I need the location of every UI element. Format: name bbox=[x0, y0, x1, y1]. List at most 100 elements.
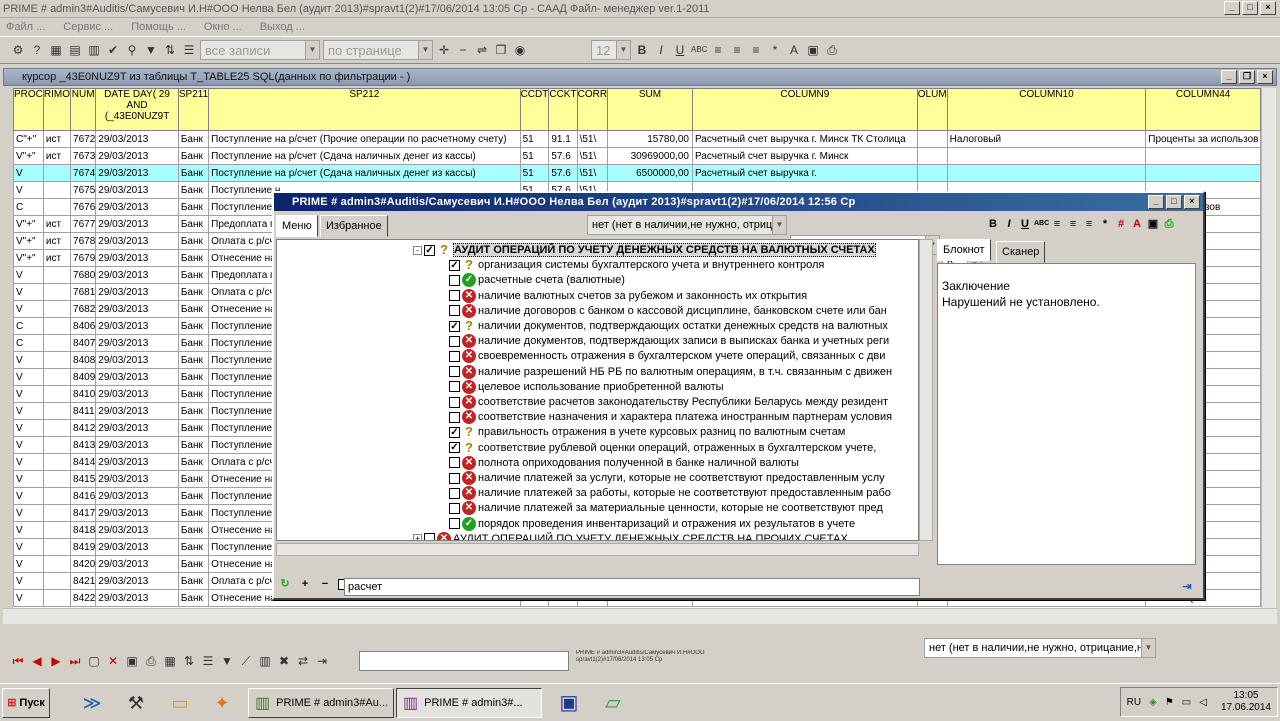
tree-item-checkbox[interactable] bbox=[449, 487, 460, 499]
column-header[interactable]: CORR bbox=[576, 88, 609, 131]
collapse-icon[interactable]: - bbox=[413, 245, 422, 255]
tree-vertical-scrollbar[interactable] bbox=[919, 239, 933, 541]
table-cell[interactable]: ист bbox=[42, 215, 72, 233]
table-cell[interactable]: 29/03/2013 bbox=[95, 198, 179, 216]
table-cell[interactable]: 8413 bbox=[70, 436, 97, 454]
table-cell[interactable]: 29/03/2013 bbox=[95, 351, 179, 369]
table-cell[interactable]: Банк bbox=[177, 266, 210, 284]
table-cell[interactable]: 29/03/2013 bbox=[95, 385, 179, 403]
language-indicator[interactable]: RU bbox=[1127, 697, 1141, 708]
column-header[interactable]: DATE DAY( 29 AND (_43E0NUZ9T bbox=[95, 88, 179, 131]
table-cell[interactable]: Поступление на р/счет (Сдача наличных де… bbox=[208, 164, 521, 182]
transfer-icon[interactable]: ⇄ bbox=[295, 653, 311, 669]
table-cell[interactable]: Банк bbox=[177, 232, 210, 250]
table-cell[interactable]: Банк bbox=[177, 453, 210, 471]
close-button[interactable]: × bbox=[1184, 195, 1200, 209]
list-icon[interactable]: ☰ bbox=[181, 42, 197, 58]
table-cell[interactable] bbox=[42, 385, 72, 403]
table-cell[interactable]: 29/03/2013 bbox=[95, 538, 179, 556]
minimize-button[interactable]: _ bbox=[1224, 1, 1240, 15]
table-cell[interactable]: 7672 bbox=[70, 130, 97, 148]
status-combo[interactable]: нет (нет в наличии,не нужно, отриц ▼ bbox=[587, 215, 787, 235]
table-cell[interactable]: 29/03/2013 bbox=[95, 283, 179, 301]
table-cell[interactable] bbox=[916, 147, 948, 165]
table-cell[interactable] bbox=[42, 487, 72, 505]
search-input[interactable]: расчет bbox=[344, 578, 920, 596]
table-cell[interactable]: Банк bbox=[177, 470, 210, 488]
column-header[interactable]: CCKT bbox=[548, 88, 578, 131]
table-cell[interactable]: ист bbox=[42, 130, 72, 148]
table-cell[interactable] bbox=[946, 164, 1147, 182]
table-cell[interactable] bbox=[42, 164, 72, 182]
table-cell[interactable] bbox=[42, 402, 72, 420]
table-cell[interactable]: V bbox=[13, 504, 44, 522]
table-cell[interactable]: V bbox=[13, 164, 44, 182]
table-cell[interactable]: 7681 bbox=[70, 283, 97, 301]
table-cell[interactable]: 8420 bbox=[70, 555, 97, 573]
table-cell[interactable]: 8412 bbox=[70, 419, 97, 437]
tree-horizontal-scrollbar[interactable] bbox=[276, 543, 919, 556]
table-cell[interactable]: V bbox=[13, 351, 44, 369]
tree-item-checkbox[interactable] bbox=[449, 350, 460, 362]
tree-item-checkbox[interactable]: ✓ bbox=[449, 259, 460, 271]
remove-icon[interactable]: − bbox=[318, 577, 332, 591]
table-cell[interactable]: 29/03/2013 bbox=[95, 368, 179, 386]
table-cell[interactable]: C bbox=[13, 317, 44, 335]
grid-icon[interactable]: ▦ bbox=[162, 653, 178, 669]
table-cell[interactable]: 29/03/2013 bbox=[95, 300, 179, 318]
taskbar-item-prime-1[interactable]: ▥ PRIME # admin3#Au... bbox=[248, 687, 394, 718]
table-cell[interactable]: 7676 bbox=[70, 198, 97, 216]
tree-item[interactable]: ✕ целевое использование приобретенной вал… bbox=[449, 379, 724, 395]
tree-item[interactable]: ✓ расчетные счета (валютные) bbox=[449, 272, 625, 288]
table-cell[interactable]: Налоговый bbox=[946, 130, 1147, 148]
table-cell[interactable]: 8422 bbox=[70, 589, 97, 607]
copy-icon[interactable]: ❐ bbox=[493, 42, 509, 58]
tree-item-checkbox[interactable] bbox=[449, 502, 460, 514]
maximize-button[interactable]: □ bbox=[1242, 1, 1258, 15]
table-cell[interactable]: 51 bbox=[519, 147, 550, 165]
table-row[interactable]: V 7674 29/03/2013 Банк Поступление на р/счет… bbox=[13, 164, 1261, 182]
table-cell[interactable]: 29/03/2013 bbox=[95, 249, 179, 267]
table-cell[interactable]: 29/03/2013 bbox=[95, 504, 179, 522]
table-cell[interactable]: Банк bbox=[177, 555, 210, 573]
italic-icon[interactable]: I bbox=[653, 42, 669, 58]
table-cell[interactable]: V"+" bbox=[13, 232, 44, 250]
save-icon[interactable]: ▣ bbox=[1146, 217, 1160, 231]
table-cell[interactable]: V bbox=[13, 589, 44, 607]
table-cell[interactable] bbox=[42, 351, 72, 369]
table-cell[interactable]: Банк bbox=[177, 130, 210, 148]
tree-item-checkbox[interactable] bbox=[449, 396, 460, 408]
printer-icon[interactable]: ⎙ bbox=[1162, 217, 1176, 231]
print-icon[interactable]: ⎙ bbox=[143, 653, 159, 669]
table-cell[interactable]: V bbox=[13, 266, 44, 284]
table-cell[interactable]: V bbox=[13, 453, 44, 471]
table-cell[interactable]: V"+" bbox=[13, 249, 44, 267]
table-cell[interactable]: 8417 bbox=[70, 504, 97, 522]
table-cell[interactable]: 29/03/2013 bbox=[95, 555, 179, 573]
table-cell[interactable]: 8409 bbox=[70, 368, 97, 386]
tools-icon[interactable]: ⚙ bbox=[10, 42, 26, 58]
table-cell[interactable]: Банк bbox=[177, 317, 210, 335]
table-cell[interactable]: 29/03/2013 bbox=[95, 232, 179, 250]
table-cell[interactable]: Банк bbox=[177, 368, 210, 386]
table-cell[interactable]: Поступление на р/счет (Сдача наличных де… bbox=[208, 147, 521, 165]
table-cell[interactable]: Банк bbox=[177, 164, 210, 182]
table-cell[interactable]: Банк bbox=[177, 419, 210, 437]
menu-help[interactable]: Помощь ... bbox=[131, 21, 186, 33]
new-record-icon[interactable]: ▢ bbox=[86, 653, 102, 669]
tree-item[interactable]: + ✕ АУДИТ ОПЕРАЦИЙ ПО УЧЕТУ ДЕНЕЖНЫХ СРЕДС… bbox=[413, 531, 848, 540]
bold-icon[interactable]: B bbox=[634, 42, 650, 58]
column-header[interactable]: OLUM bbox=[916, 88, 948, 131]
table-cell[interactable]: Банк bbox=[177, 215, 210, 233]
table-cell[interactable]: Банк bbox=[177, 249, 210, 267]
table-cell[interactable]: 7675 bbox=[70, 181, 97, 199]
table-cell[interactable]: 29/03/2013 bbox=[95, 419, 179, 437]
table-cell[interactable]: 30969000,00 bbox=[607, 147, 693, 165]
table-cell[interactable]: V bbox=[13, 300, 44, 318]
sort-icon[interactable]: ⇅ bbox=[181, 653, 197, 669]
column-header[interactable]: SP212 bbox=[208, 88, 521, 131]
table-cell[interactable]: ист bbox=[42, 232, 72, 250]
grid-vertical-scrollbar[interactable] bbox=[1261, 88, 1276, 608]
table-cell[interactable]: V bbox=[13, 538, 44, 556]
tree-item[interactable]: ✓ порядок проведения инвентаризаций и отр… bbox=[449, 516, 855, 532]
